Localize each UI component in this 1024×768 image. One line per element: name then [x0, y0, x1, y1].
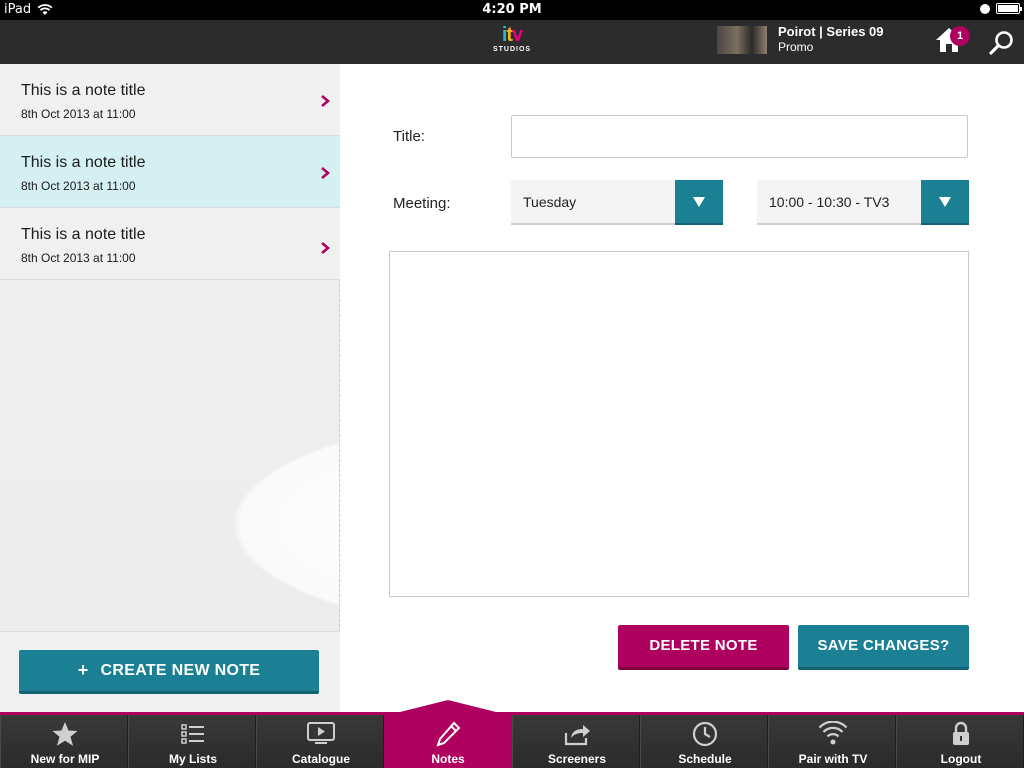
tab-label: Logout	[940, 752, 982, 766]
save-changes-button[interactable]: SAVE CHANGES?	[798, 625, 969, 670]
tab-new-for-mip[interactable]: New for MIP	[0, 715, 128, 768]
now-playing-title: Poirot | Series 09	[778, 24, 884, 39]
lock-icon	[953, 721, 969, 745]
tab-schedule[interactable]: Schedule	[640, 715, 768, 768]
note-list-item[interactable]: This is a note title 8th Oct 2013 at 11:…	[0, 64, 340, 136]
meeting-slot-select[interactable]: 10:00 - 10:30 - TV3	[757, 180, 969, 225]
note-title: This is a note title	[21, 82, 146, 99]
app-header: itv STUDIOS Poirot | Series 09 Promo 1	[0, 20, 1024, 64]
plus-icon: +	[77, 660, 89, 680]
meeting-day-select[interactable]: Tuesday	[511, 180, 723, 225]
triangle-down-icon	[693, 196, 705, 207]
note-date: 8th Oct 2013 at 11:00	[21, 179, 136, 193]
tab-catalogue[interactable]: Catalogue	[256, 715, 384, 768]
bottom-tab-bar: New for MIP My Lists Catalogue Notes Scr…	[0, 712, 1024, 768]
chevron-right-icon	[321, 95, 331, 107]
now-playing-subtitle: Promo	[778, 40, 814, 54]
meeting-day-value: Tuesday	[523, 194, 577, 210]
meeting-slot-dropdown-button[interactable]	[921, 180, 969, 225]
tab-label: Screeners	[547, 752, 607, 766]
search-button[interactable]	[988, 29, 1016, 57]
meeting-slot-value: 10:00 - 10:30 - TV3	[769, 194, 890, 210]
status-bar: iPad 4:20 PM	[0, 0, 1024, 20]
sidebar-footer: + CREATE NEW NOTE	[0, 631, 340, 712]
chevron-right-icon	[321, 242, 331, 254]
note-date: 8th Oct 2013 at 11:00	[21, 251, 136, 265]
tab-screeners[interactable]: Screeners	[512, 715, 640, 768]
create-new-note-button[interactable]: + CREATE NEW NOTE	[19, 650, 319, 694]
clock-time: 4:20 PM	[482, 2, 542, 17]
now-playing-thumbnail[interactable]	[717, 26, 767, 54]
wifi-icon	[818, 721, 848, 745]
pencil-icon	[436, 721, 461, 747]
orientation-lock-icon	[980, 3, 990, 14]
itv-studios-logo: itv STUDIOS	[488, 24, 536, 60]
delete-note-button[interactable]: DELETE NOTE	[618, 625, 789, 670]
tab-label: Pair with TV	[798, 752, 868, 766]
clock-icon	[692, 721, 718, 747]
note-date: 8th Oct 2013 at 11:00	[21, 107, 136, 121]
note-list-item[interactable]: This is a note title 8th Oct 2013 at 11:…	[0, 208, 340, 280]
note-list-item-selected[interactable]: This is a note title 8th Oct 2013 at 11:…	[0, 136, 340, 208]
tab-my-lists[interactable]: My Lists	[128, 715, 256, 768]
chevron-right-icon	[321, 167, 331, 179]
tab-label: Schedule	[678, 752, 732, 766]
note-title: This is a note title	[21, 226, 146, 243]
note-title: This is a note title	[21, 154, 146, 171]
triangle-down-icon	[939, 196, 951, 207]
notes-sidebar: This is a note title 8th Oct 2013 at 11:…	[0, 64, 340, 712]
note-body-textarea[interactable]	[389, 251, 969, 597]
notification-badge: 1	[950, 26, 970, 46]
tab-label: My Lists	[168, 752, 217, 766]
title-input[interactable]	[511, 115, 968, 158]
list-icon	[181, 724, 204, 744]
title-label: Title:	[393, 128, 425, 145]
battery-icon	[996, 3, 1022, 14]
tab-notes[interactable]: Notes	[384, 715, 512, 768]
note-editor: Title: Meeting: Tuesday 10:00 - 10:30 - …	[341, 64, 1024, 712]
tv-play-icon	[307, 722, 335, 744]
search-icon	[989, 31, 1013, 55]
tab-label: New for MIP	[30, 752, 100, 766]
now-playing-info[interactable]: Poirot | Series 09 Promo	[778, 24, 884, 54]
tab-pair-with-tv[interactable]: Pair with TV	[768, 715, 896, 768]
tab-label: Catalogue	[291, 752, 350, 766]
create-new-note-label: CREATE NEW NOTE	[100, 661, 261, 679]
logo-subtitle: STUDIOS	[492, 46, 532, 53]
star-icon	[52, 722, 78, 746]
share-icon	[564, 725, 590, 746]
meeting-label: Meeting:	[393, 195, 451, 212]
tab-label: Notes	[431, 752, 465, 766]
meeting-day-dropdown-button[interactable]	[675, 180, 723, 225]
tab-logout[interactable]: Logout	[896, 715, 1024, 768]
